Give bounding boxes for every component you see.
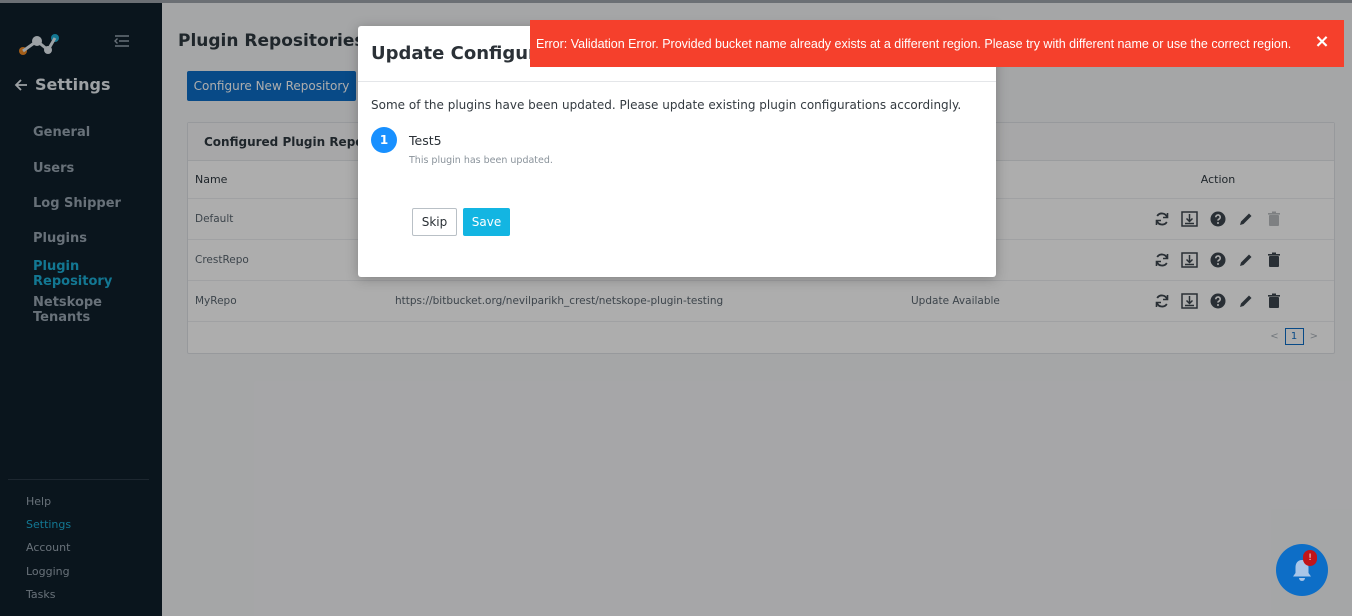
window-top-border xyxy=(0,0,1352,3)
close-icon[interactable]: × xyxy=(1314,33,1330,51)
plugin-note: This plugin has been updated. xyxy=(409,155,553,166)
notifications-button[interactable]: ! xyxy=(1276,544,1328,596)
notification-badge: ! xyxy=(1303,550,1317,566)
modal-message: Some of the plugins have been updated. P… xyxy=(371,98,962,112)
plugin-name: Test5 xyxy=(409,133,442,148)
error-toast: Error: Validation Error. Provided bucket… xyxy=(530,20,1344,67)
error-message: Error: Validation Error. Provided bucket… xyxy=(536,36,1292,51)
step-number: 1 xyxy=(371,127,397,153)
save-button[interactable]: Save xyxy=(463,208,510,236)
skip-button[interactable]: Skip xyxy=(412,208,457,236)
modal-divider xyxy=(358,81,996,82)
